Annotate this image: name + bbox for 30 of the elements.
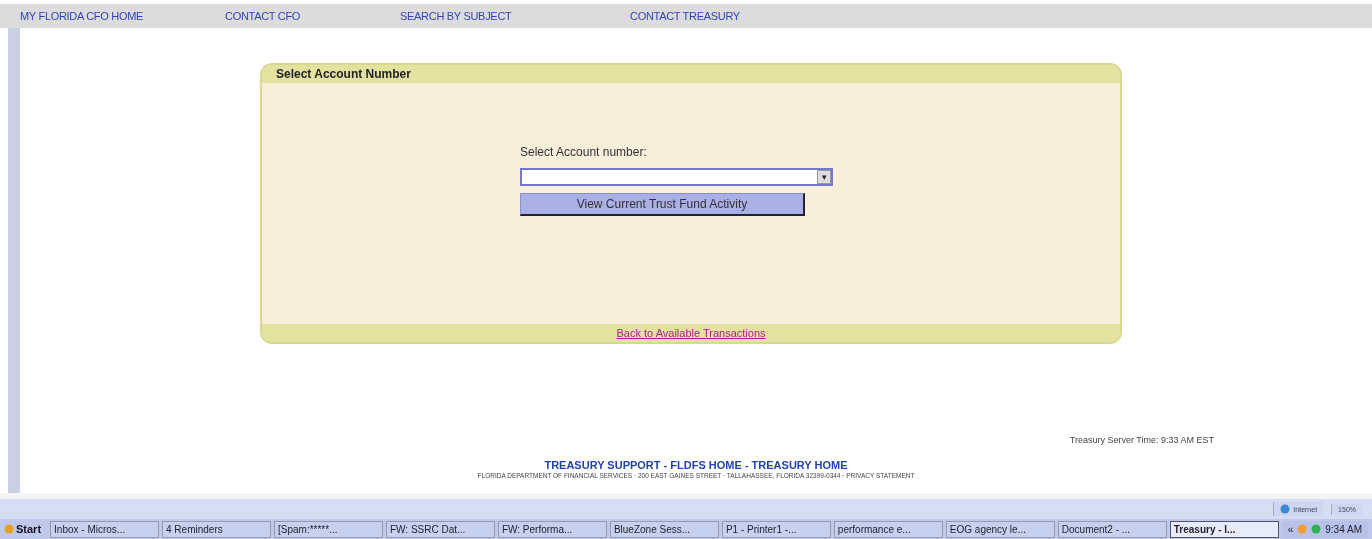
nav-link[interactable]: CONTACT CFO <box>225 10 400 22</box>
globe-icon <box>1280 504 1291 514</box>
taskbar-button[interactable]: Document2 - ... <box>1057 520 1167 538</box>
taskbar-button[interactable]: BlueZone Sess... <box>609 520 719 538</box>
account-dropdown[interactable]: ▾ <box>520 168 833 186</box>
taskbar-button[interactable]: Inbox - Micros... <box>50 520 160 538</box>
taskbar-button[interactable]: EOG agency le... <box>945 520 1055 538</box>
taskbar-button[interactable]: Treasury - I... <box>1169 520 1279 538</box>
taskbar-button[interactable]: FW: Performa... <box>497 520 607 538</box>
view-activity-button[interactable]: View Current Trust Fund Activity <box>520 193 805 216</box>
server-time: Treasury Server Time: 9:33 AM EST <box>1069 435 1214 445</box>
taskbar-button[interactable]: P1 - Printer1 -... <box>721 520 831 538</box>
field-label: Select Account number: <box>520 145 648 159</box>
taskbar-button[interactable]: [Spam:*****... <box>274 520 383 538</box>
clock: 9:34 AM <box>1325 523 1362 535</box>
nav-link[interactable]: CONTACT TREASURY <box>630 10 830 22</box>
taskbar-button[interactable]: performance e... <box>833 520 943 538</box>
taskbar-button[interactable]: FW: SSRC Dat... <box>385 520 495 538</box>
footer-link[interactable]: FLDFS HOME <box>670 459 742 471</box>
separator: - <box>743 459 750 471</box>
tray-expand[interactable]: « <box>1287 523 1294 535</box>
taskbar-button[interactable]: 4 Reminders <box>162 520 271 538</box>
footer-link[interactable]: TREASURY HOME <box>751 459 848 471</box>
back-link[interactable]: Back to Available Transactions <box>616 327 766 339</box>
nav-link[interactable]: MY FLORIDA CFO HOME <box>20 10 225 22</box>
panel-title: Select Account Number <box>262 65 1120 83</box>
footer-link[interactable]: TREASURY SUPPORT <box>544 459 661 471</box>
separator: - <box>662 459 669 471</box>
start-button[interactable]: Start <box>4 523 48 535</box>
nav-link[interactable]: SEARCH BY SUBJECT <box>400 10 630 22</box>
